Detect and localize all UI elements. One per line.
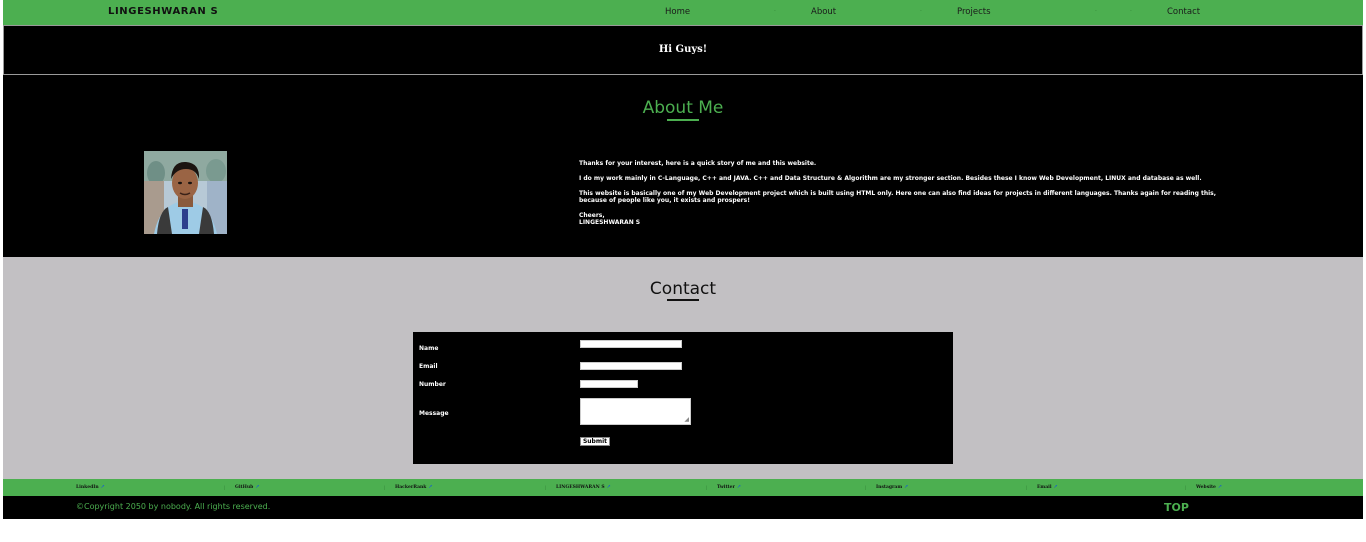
about-text: Thanks for your interest, here is a quic… [579,160,1224,226]
page: LINGESHWARAN S Home · About · Projects ·… [0,0,1366,542]
social-separator: | [706,485,708,490]
footer: ©Copyright 2050 by nobody. All rights re… [3,496,1363,519]
top-nav: LINGESHWARAN S Home · About · Projects ·… [3,0,1363,25]
social-link-twitter[interactable]: Twitter ↗ [717,484,741,490]
submit-button[interactable]: Submit [580,437,610,446]
social-separator: | [224,485,226,490]
social-separator: | [545,485,547,490]
nav-separator: · [1130,8,1132,15]
message-textarea[interactable]: ◢ [580,398,691,425]
social-link-website[interactable]: Website ↗ [1196,484,1222,490]
social-separator: | [384,485,386,490]
nav-home[interactable]: Home [665,7,690,17]
external-link-icon: ↗ [255,484,260,490]
about-title: About Me [642,98,724,118]
social-link-label: LINGESHWARAN S [556,485,605,490]
social-link-label: Twitter [717,485,735,490]
back-to-top-link[interactable]: TOP [1164,501,1189,514]
email-input[interactable] [580,362,682,370]
contact-title: Contact [649,279,717,299]
resize-grip-icon[interactable]: ◢ [684,417,689,423]
email-label: Email [419,363,438,370]
profile-photo-image [144,151,227,234]
hero-greeting: Hi Guys! [658,44,708,55]
social-link-label: Website [1196,485,1216,490]
nav-separator: · [920,8,922,15]
external-link-icon: ↗ [606,484,611,490]
nav-separator: · [774,8,776,15]
about-paragraph: I do my work mainly in C-Language, C++ a… [579,175,1202,182]
nav-projects[interactable]: Projects [957,7,991,17]
social-link-label: GitHub [235,485,254,490]
about-signature: LINGESHWARAN S [579,219,641,226]
copyright-text: ©Copyright 2050 by nobody. All rights re… [76,502,271,511]
nav-separator: · [1095,8,1097,15]
site-brand[interactable]: LINGESHWARAN S [108,6,218,17]
profile-photo [144,151,227,234]
external-link-icon: ↗ [100,484,105,490]
number-input[interactable] [580,380,638,388]
number-label: Number [419,381,446,388]
social-link-label: Instagram [876,485,903,490]
external-link-icon: ↗ [428,484,433,490]
social-link-label: LinkedIn [76,485,99,490]
name-label: Name [419,345,439,352]
social-link-label: Email [1037,485,1052,490]
social-links-bar: LinkedIn ↗ | GitHub ↗ | HackerRank ↗ | LING… [3,479,1363,496]
social-link-linkedin[interactable]: LinkedIn ↗ [76,484,105,490]
about-title-underline [667,119,699,121]
about-section: About Me Thanks for your interest, here … [3,75,1363,257]
contact-title-underline [667,299,699,301]
nav-contact[interactable]: Contact [1167,7,1200,17]
contact-section: Contact Name Email Number Message ◢ Subm… [3,257,1363,479]
message-label: Message [419,410,449,417]
nav-about[interactable]: About [811,7,836,17]
external-link-icon: ↗ [1053,484,1058,490]
contact-form: Name Email Number Message ◢ Submit [413,332,953,464]
social-separator: | [865,485,867,490]
about-paragraph: Thanks for your interest, here is a quic… [579,160,817,167]
external-link-icon: ↗ [736,484,742,490]
external-link-icon: ↗ [904,484,909,490]
about-signoff: Cheers, [579,212,605,219]
social-link-github[interactable]: GitHub ↗ [235,484,260,490]
social-separator: | [1185,485,1187,490]
external-link-icon: ↗ [1217,484,1223,490]
social-link-email[interactable]: Email ↗ [1037,484,1058,490]
social-separator: | [1026,485,1028,490]
social-link-hackerrank[interactable]: HackerRank ↗ [395,484,433,490]
name-input[interactable] [580,340,682,348]
social-link-profile[interactable]: LINGESHWARAN S ↗ [556,484,611,490]
social-link-label: HackerRank [395,485,427,490]
hero-banner: Hi Guys! [3,25,1363,75]
social-link-instagram[interactable]: Instagram ↗ [876,484,908,490]
about-paragraph: This website is basically one of my Web … [579,190,1216,204]
